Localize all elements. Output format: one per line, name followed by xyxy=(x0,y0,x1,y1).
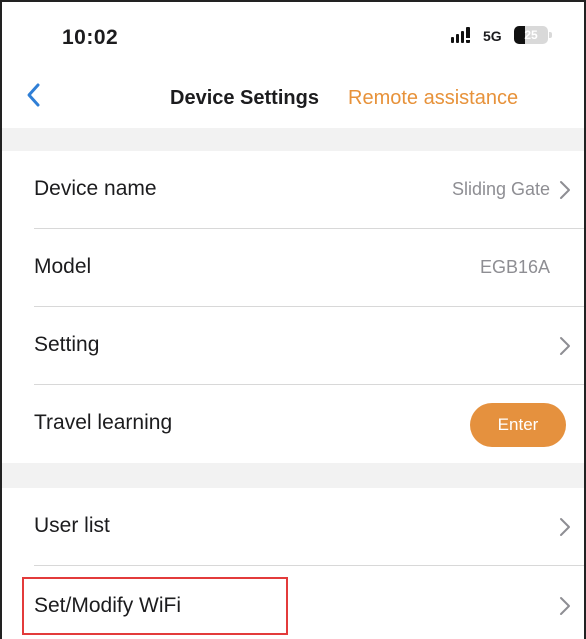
status-time: 10:02 xyxy=(62,26,119,49)
row-device-name[interactable]: Device name Sliding Gate xyxy=(2,151,584,229)
row-label: Model xyxy=(34,255,92,278)
battery-icon: 25 xyxy=(514,26,552,44)
row-label: Setting xyxy=(34,333,100,356)
network-type: 5G xyxy=(483,28,502,44)
row-label: Device name xyxy=(34,177,157,200)
device-name-value: Sliding Gate xyxy=(451,179,550,199)
row-label: User list xyxy=(34,514,110,537)
row-travel-learning: Travel learning Enter xyxy=(2,385,584,463)
status-bar: 10:02 5G 25 xyxy=(0,0,586,70)
battery-percent: 25 xyxy=(524,28,538,42)
row-setting[interactable]: Setting xyxy=(2,307,584,385)
chevron-right-icon xyxy=(558,594,572,618)
model-value: EGB16A xyxy=(479,257,550,277)
row-model: Model EGB16A xyxy=(2,229,584,307)
row-user-list[interactable]: User list xyxy=(2,488,584,566)
section-divider xyxy=(2,128,584,151)
remote-assistance-link[interactable]: Remote assistance xyxy=(348,87,518,110)
signal-strength-icon xyxy=(451,27,470,43)
row-label: Travel learning xyxy=(34,411,173,434)
chevron-right-icon xyxy=(558,515,572,539)
section-divider xyxy=(2,463,584,488)
chevron-right-icon xyxy=(558,334,572,358)
page-title: Device Settings xyxy=(170,87,319,109)
enter-button[interactable]: Enter xyxy=(470,403,566,447)
highlight-box xyxy=(22,577,288,635)
nav-bar: Device Settings Remote assistance xyxy=(0,70,586,128)
back-chevron-icon[interactable] xyxy=(22,80,48,110)
chevron-right-icon xyxy=(558,178,572,202)
